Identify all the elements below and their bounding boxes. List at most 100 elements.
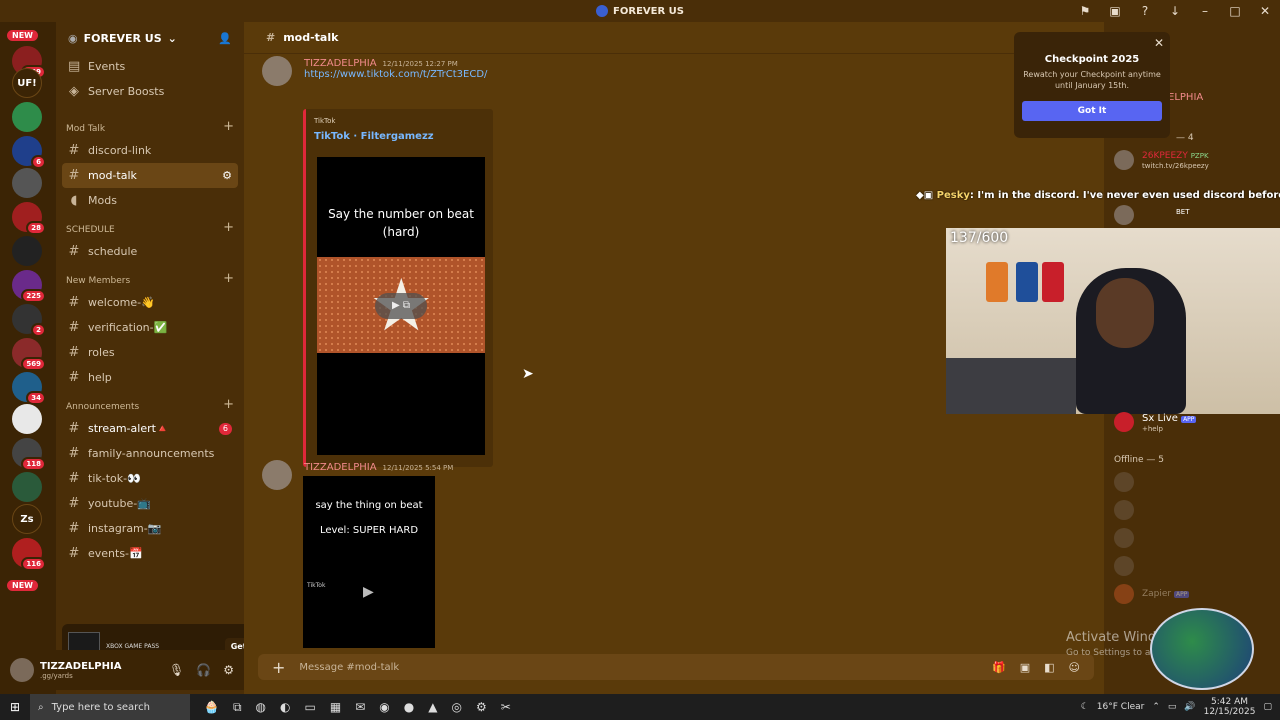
channel-schedule[interactable]: # schedule bbox=[62, 239, 238, 264]
weather-text[interactable]: 16°F Clear bbox=[1097, 702, 1145, 712]
embed-video[interactable]: Say the number on beat (hard) ★ ▶ ⧉ bbox=[317, 157, 485, 455]
message-input[interactable]: Message #mod-talk bbox=[299, 662, 399, 673]
avatar[interactable] bbox=[10, 658, 34, 682]
emoji-icon[interactable]: ☺ bbox=[1069, 661, 1080, 674]
discord-icon[interactable]: ◉ bbox=[379, 700, 389, 715]
task-view-icon[interactable]: ⧉ bbox=[233, 700, 242, 715]
category-schedule[interactable]: SCHEDULE + bbox=[56, 213, 244, 239]
category-announcements[interactable]: Announcements + bbox=[56, 390, 244, 416]
clock[interactable]: 5:42 AM 12/15/2025 bbox=[1204, 697, 1256, 717]
maximize-button[interactable]: □ bbox=[1220, 4, 1250, 18]
add-channel-icon[interactable]: + bbox=[223, 119, 234, 134]
inbox-icon[interactable]: ⚑ bbox=[1070, 4, 1100, 18]
store-icon[interactable]: ▦ bbox=[330, 700, 341, 715]
category-mod-talk[interactable]: Mod Talk + bbox=[56, 112, 244, 138]
microphone-icon[interactable]: 🎙 bbox=[169, 663, 184, 677]
weather-icon[interactable]: ☾ bbox=[1081, 702, 1089, 712]
server-icon[interactable] bbox=[12, 236, 42, 266]
server-icon[interactable]: 569 bbox=[12, 338, 46, 371]
settings-icon[interactable]: ⚙ bbox=[222, 169, 232, 182]
server-icon[interactable]: 116 bbox=[12, 538, 46, 571]
folder-icon[interactable]: ▭ bbox=[305, 700, 316, 715]
channel-events[interactable]: # events-📅 bbox=[62, 541, 238, 566]
minimize-button[interactable]: – bbox=[1190, 4, 1220, 18]
channel-instagram[interactable]: # instagram-📷 bbox=[62, 516, 238, 541]
member-name-partial[interactable]: ELPHIA bbox=[1168, 92, 1203, 103]
channel-stream-alert[interactable]: # stream-alert🔺 6 bbox=[62, 416, 238, 441]
gift-icon[interactable]: 🎁 bbox=[992, 661, 1006, 674]
play-button[interactable]: ▶ ⧉ bbox=[375, 293, 427, 319]
server-icon[interactable] bbox=[12, 404, 42, 434]
chevron-up-icon[interactable]: ⌃ bbox=[1152, 702, 1160, 712]
avatar[interactable] bbox=[1114, 205, 1134, 225]
message-composer[interactable]: + Message #mod-talk 🎁 ▣ ◧ ☺ bbox=[258, 654, 1094, 680]
sidebar-item-server-boosts[interactable]: ◈ Server Boosts bbox=[62, 79, 238, 104]
outlook-icon[interactable]: ✉ bbox=[355, 700, 365, 715]
close-icon[interactable]: ✕ bbox=[1154, 36, 1164, 50]
member-name[interactable]: Zapier APP bbox=[1142, 589, 1190, 599]
close-button[interactable]: ✕ bbox=[1250, 4, 1280, 18]
server-icon[interactable]: UF! bbox=[12, 68, 42, 98]
server-icon[interactable]: 6 bbox=[12, 136, 46, 169]
embed-title[interactable]: TikTok · Filtergamezz bbox=[314, 131, 485, 142]
update-icon[interactable]: ↓ bbox=[1160, 4, 1190, 18]
server-icon[interactable]: 34 bbox=[12, 372, 46, 405]
channel-roles[interactable]: # roles bbox=[62, 340, 238, 365]
server-icon[interactable]: 2 bbox=[12, 304, 46, 337]
notification-icon[interactable]: ▢ bbox=[1263, 702, 1272, 712]
server-icon[interactable]: 118 bbox=[12, 438, 46, 471]
avatar[interactable] bbox=[1114, 556, 1134, 576]
channel-welcome[interactable]: # welcome-👋 bbox=[62, 290, 238, 315]
message-author[interactable]: TIZZADELPHIA bbox=[304, 462, 377, 473]
channel-mods[interactable]: ◖ Mods bbox=[62, 188, 238, 213]
avatar[interactable] bbox=[1114, 472, 1134, 492]
server-icon[interactable] bbox=[12, 472, 42, 502]
channel-help[interactable]: # help bbox=[62, 365, 238, 390]
server-icon[interactable]: 225 bbox=[12, 270, 46, 303]
edge-icon[interactable]: ◐ bbox=[280, 700, 290, 715]
channel-discord-link[interactable]: # discord-link bbox=[62, 138, 238, 163]
download-icon[interactable]: ▣ bbox=[1100, 4, 1130, 18]
guild-header[interactable]: ◉ FOREVER US ⌄ 👤 bbox=[56, 22, 244, 54]
channel-mod-talk[interactable]: # mod-talk ⚙ bbox=[62, 163, 238, 188]
avatar[interactable] bbox=[1114, 528, 1134, 548]
server-icon[interactable]: 28 bbox=[12, 202, 46, 235]
channel-family-announcements[interactable]: # family-announcements bbox=[62, 441, 238, 466]
gif-icon[interactable]: ▣ bbox=[1020, 661, 1030, 674]
avatar[interactable] bbox=[262, 460, 292, 490]
new-pill-top[interactable]: NEW bbox=[7, 30, 38, 41]
avatar[interactable] bbox=[1114, 412, 1134, 432]
video-attachment[interactable]: say the thing on beat Level: SUPER HARD … bbox=[303, 476, 435, 648]
gear-icon[interactable]: ⚙ bbox=[223, 663, 234, 677]
settings-icon[interactable]: ⚙ bbox=[476, 700, 487, 715]
message-link[interactable]: https://www.tiktok.com/t/ZTrCt3ECD/ bbox=[304, 69, 487, 80]
headphones-icon[interactable]: 🎧 bbox=[196, 663, 211, 677]
message-author[interactable]: TIZZADELPHIA bbox=[304, 58, 377, 69]
windows-start-icon[interactable]: ⊞ bbox=[0, 700, 30, 714]
server-icon[interactable] bbox=[12, 168, 42, 198]
app-icon[interactable]: ▲ bbox=[428, 700, 437, 715]
avatar[interactable] bbox=[1114, 500, 1134, 520]
channel-verification[interactable]: # verification-✅ bbox=[62, 315, 238, 340]
chrome-icon[interactable]: ◎ bbox=[451, 700, 461, 715]
help-icon[interactable]: ? bbox=[1130, 4, 1160, 18]
category-new-members[interactable]: New Members + bbox=[56, 264, 244, 290]
server-icon[interactable]: Zs bbox=[12, 504, 42, 534]
avatar[interactable] bbox=[262, 56, 292, 86]
channel-youtube[interactable]: # youtube-📺 bbox=[62, 491, 238, 516]
add-channel-icon[interactable]: + bbox=[223, 397, 234, 412]
member-name[interactable]: 26KPEEZY PZPK bbox=[1142, 151, 1209, 161]
new-pill-bottom[interactable]: NEW bbox=[7, 580, 38, 591]
capcut-icon[interactable]: ✂ bbox=[501, 700, 511, 715]
got-it-button[interactable]: Got It bbox=[1022, 101, 1162, 121]
add-attachment-icon[interactable]: + bbox=[272, 658, 285, 677]
avatar[interactable] bbox=[1114, 584, 1134, 604]
volume-icon[interactable]: 🔊 bbox=[1184, 702, 1195, 712]
sticker-icon[interactable]: ◧ bbox=[1044, 661, 1054, 674]
cake-icon[interactable]: 🧁 bbox=[204, 700, 219, 715]
avatar[interactable] bbox=[1114, 150, 1134, 170]
obs-icon[interactable]: ● bbox=[404, 700, 414, 715]
play-icon[interactable]: ▶ bbox=[363, 584, 374, 600]
add-member-icon[interactable]: 👤 bbox=[218, 32, 232, 45]
sidebar-item-events[interactable]: ▤ Events bbox=[62, 54, 238, 79]
